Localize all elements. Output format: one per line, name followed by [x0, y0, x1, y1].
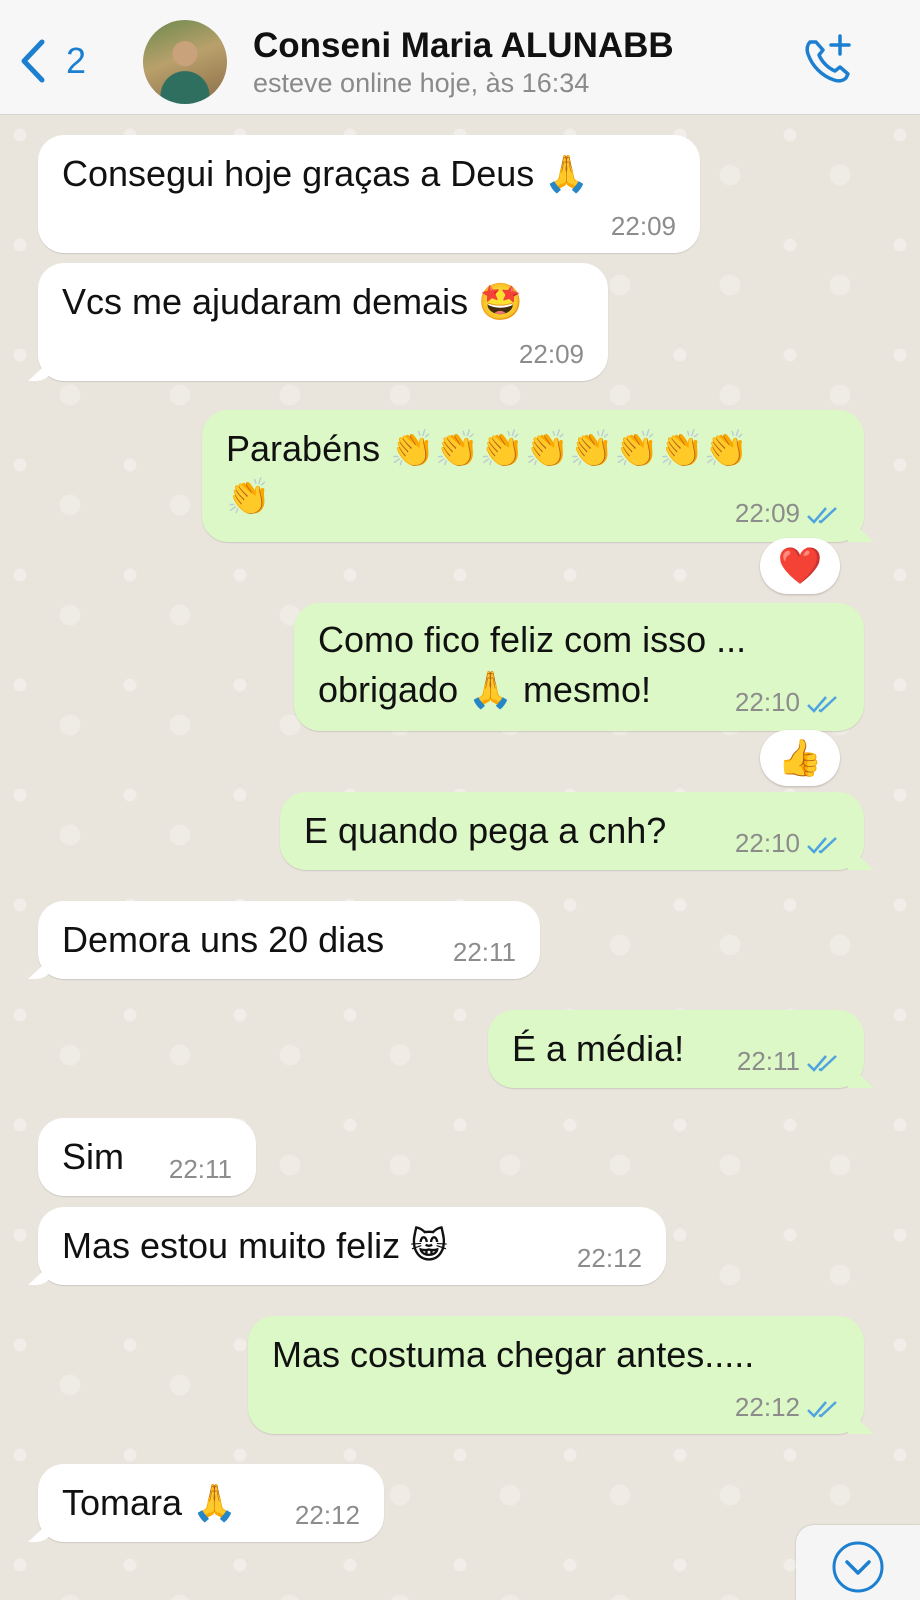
message-time: 22:09 — [734, 498, 800, 528]
message-time: 22:12 — [734, 1392, 800, 1422]
message-time: 22:11 — [452, 937, 516, 967]
thumbs-up-icon: 👍 — [777, 738, 823, 779]
last-seen-status: esteve online hoje, às 16:34 — [253, 68, 590, 98]
message-text: Vcs me ajudaram demais 🤩 — [62, 281, 523, 322]
message-text: Mas costuma chegar antes..... — [272, 1334, 755, 1375]
message-bubble-outgoing[interactable]: Mas costuma chegar antes..... 22:12 — [248, 1316, 864, 1434]
reaction-badge[interactable]: ❤️ — [760, 538, 840, 594]
message-text-line2: obrigado 🙏 mesmo! — [318, 669, 651, 710]
message-time: 22:11 — [736, 1046, 800, 1076]
message-text: Demora uns 20 dias — [62, 919, 385, 960]
message-bubble-outgoing[interactable]: É a média! 22:11 — [488, 1010, 864, 1088]
message-text: Mas estou muito feliz 😸 — [62, 1225, 448, 1266]
message-time-row: 22:10 — [735, 687, 842, 718]
message-text: E quando pega a cnh? — [304, 810, 667, 851]
chevron-down-circle-icon — [832, 1541, 884, 1593]
message-time: 22:10 — [734, 687, 800, 717]
heart-icon: ❤️ — [777, 546, 823, 587]
message-time-row: 22:10 — [735, 828, 842, 859]
double-check-icon — [807, 837, 837, 854]
message-time: 22:09 — [610, 211, 676, 241]
message-text: Sim — [62, 1136, 124, 1177]
message-time: 22:10 — [734, 828, 800, 858]
message-text-line1: Como fico feliz com isso ... — [318, 619, 747, 660]
message-text-line1: Parabéns 👏👏👏👏👏👏👏👏 — [226, 428, 749, 469]
chat-header: 2 Conseni Maria ALUNABB esteve online ho… — [0, 0, 920, 115]
contact-name[interactable]: Conseni Maria ALUNABB — [253, 26, 674, 66]
message-bubble-outgoing[interactable]: Como fico feliz com isso ... obrigado 🙏 … — [294, 603, 864, 731]
message-text: É a média! — [512, 1028, 685, 1069]
message-time-row: 22:12 — [735, 1392, 842, 1423]
message-bubble-incoming[interactable]: Demora uns 20 dias 22:11 — [38, 901, 540, 979]
avatar[interactable] — [143, 20, 227, 104]
message-time: 22:12 — [576, 1243, 642, 1273]
message-bubble-outgoing[interactable]: Parabéns 👏👏👏👏👏👏👏👏 👏 22:09 — [202, 410, 864, 542]
message-time-row: 22:11 — [737, 1046, 842, 1077]
double-check-icon — [807, 696, 837, 713]
double-check-icon — [807, 507, 837, 524]
reaction-badge[interactable]: 👍 — [760, 730, 840, 786]
double-check-icon — [807, 1055, 837, 1072]
message-bubble-incoming[interactable]: Sim 22:11 — [38, 1118, 256, 1196]
message-text: Consegui hoje graças a Deus 🙏 — [62, 153, 590, 194]
message-bubble-incoming[interactable]: Consegui hoje graças a Deus 🙏 22:09 — [38, 135, 700, 253]
message-bubble-outgoing[interactable]: E quando pega a cnh? 22:10 — [280, 792, 864, 870]
scroll-to-bottom-button[interactable] — [796, 1525, 920, 1600]
message-time: 22:11 — [168, 1154, 232, 1184]
message-bubble-incoming[interactable]: Vcs me ajudaram demais 🤩 22:09 — [38, 263, 608, 381]
message-time: 22:09 — [518, 339, 584, 369]
message-text-line2: 👏 — [226, 476, 271, 517]
message-text: Tomara 🙏 — [62, 1482, 237, 1523]
message-time-row: 22:09 — [735, 498, 842, 529]
unread-count: 2 — [66, 40, 87, 81]
double-check-icon — [807, 1401, 837, 1418]
message-bubble-incoming[interactable]: Tomara 🙏 22:12 — [38, 1464, 384, 1542]
add-call-icon[interactable] — [800, 32, 858, 90]
message-bubble-incoming[interactable]: Mas estou muito feliz 😸 22:12 — [38, 1207, 666, 1285]
message-time: 22:12 — [294, 1500, 360, 1530]
chevron-left-icon — [21, 39, 45, 83]
back-button[interactable]: 2 — [18, 38, 86, 84]
